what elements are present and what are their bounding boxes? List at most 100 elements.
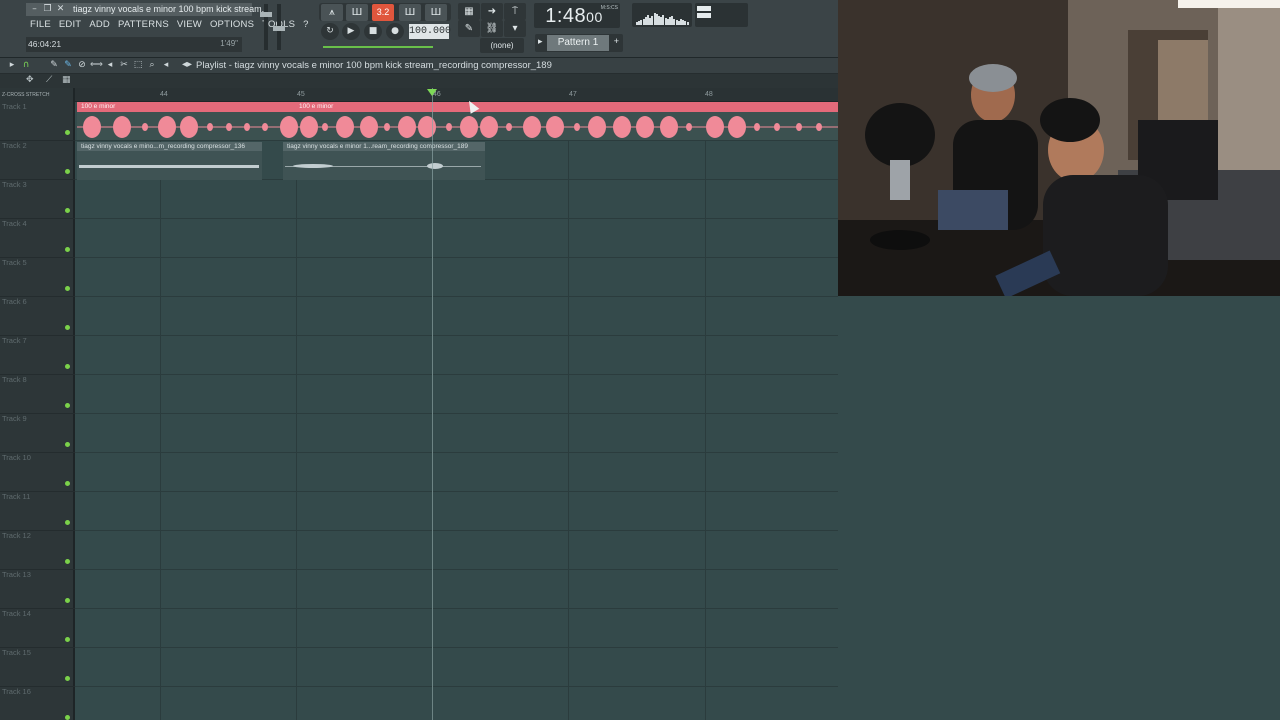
pattern-song-toggle-icon[interactable]: ↻ xyxy=(321,23,339,40)
playlist-arrow-icon[interactable]: ◂▸ xyxy=(182,59,192,70)
menu-patterns[interactable]: PATTERNS xyxy=(114,18,173,32)
edit-icon[interactable]: ⟋ xyxy=(46,75,52,85)
track-mute-led-icon[interactable] xyxy=(65,715,70,720)
time-display[interactable]: 1:4800 M:S:CS xyxy=(534,3,620,28)
track-mute-led-icon[interactable] xyxy=(65,364,70,369)
menu-file[interactable]: FILE xyxy=(26,18,55,32)
track-row[interactable]: Track 13 xyxy=(0,570,75,609)
grid-bar-line xyxy=(705,102,706,720)
track-row[interactable]: Track 6 xyxy=(0,297,75,336)
playhead-marker-icon[interactable] xyxy=(427,89,437,96)
magnet-icon[interactable]: ∩ xyxy=(20,59,32,72)
minimize-icon[interactable]: – xyxy=(29,4,40,15)
waveform xyxy=(285,163,481,169)
track-mute-led-icon[interactable] xyxy=(65,130,70,135)
grid-icon[interactable]: ▦ xyxy=(62,75,71,85)
grid-bar-line xyxy=(296,102,297,720)
clip-label: tiagz vinny vocals e minor 1...ream_reco… xyxy=(287,143,469,150)
menu-arrow-icon[interactable]: ▸ xyxy=(6,59,18,72)
metronome-icon[interactable]: ⩚ xyxy=(321,4,343,21)
track-label: Track 16 xyxy=(2,687,31,696)
menu-options[interactable]: OPTIONS xyxy=(206,18,258,32)
record-icon[interactable]: ● xyxy=(386,23,404,40)
track-mute-led-icon[interactable] xyxy=(65,169,70,174)
menu-edit[interactable]: EDIT xyxy=(55,18,85,32)
webcam-image xyxy=(838,0,1280,296)
paint-icon[interactable]: ✎ xyxy=(62,59,74,72)
track-mute-led-icon[interactable] xyxy=(65,208,70,213)
track-mute-led-icon[interactable] xyxy=(65,598,70,603)
pencil-icon[interactable]: ✎ xyxy=(48,59,60,72)
close-icon[interactable]: ✕ xyxy=(55,4,66,15)
track-mute-led-icon[interactable] xyxy=(65,442,70,447)
track-row[interactable]: Track 3 xyxy=(0,180,75,219)
audio-clip-189[interactable]: tiagz vinny vocals e minor 1...ream_reco… xyxy=(283,142,485,180)
playhead[interactable] xyxy=(432,88,433,720)
mixer-icon[interactable]: ⍑ xyxy=(504,3,526,20)
track-row[interactable]: Track 14 xyxy=(0,609,75,648)
draw-icon[interactable]: ✎ xyxy=(458,20,480,37)
track-mute-led-icon[interactable] xyxy=(65,403,70,408)
track-mute-led-icon[interactable] xyxy=(65,481,70,486)
track-row[interactable]: Track 9 xyxy=(0,414,75,453)
track-row[interactable]: Track 15 xyxy=(0,648,75,687)
track-list: Track 1 Track 2 Track 3 Track 4 Track 5 Track… xyxy=(0,88,75,720)
track-row[interactable]: Track 4 xyxy=(0,219,75,258)
grid-bar-line xyxy=(160,102,161,720)
step-edit-icon[interactable]: Ш xyxy=(399,4,421,21)
track-row[interactable]: Track 5 xyxy=(0,258,75,297)
mute-icon[interactable]: ⟺ xyxy=(90,59,103,72)
countdown-button[interactable]: 3.2 xyxy=(372,4,394,21)
tempo-display[interactable]: 100.000 xyxy=(409,24,451,39)
menu-help[interactable]: ? xyxy=(299,18,312,32)
audio-clip-main[interactable]: 100 e minor 100 e minor xyxy=(77,102,838,140)
track-row[interactable]: Track 10 xyxy=(0,453,75,492)
drag-icon[interactable]: ✥ xyxy=(26,75,34,85)
zoom-labels: Z-CROSS STRETCH xyxy=(2,92,50,98)
stop-icon[interactable]: ■ xyxy=(364,23,382,40)
playlist-grid-extension[interactable] xyxy=(838,296,1280,720)
link-icon[interactable]: ⛓ xyxy=(481,20,503,37)
track-row[interactable]: Track 2 xyxy=(0,141,75,180)
pattern-add-icon[interactable]: + xyxy=(614,36,619,46)
track-row[interactable]: Track 8 xyxy=(0,375,75,414)
menu-add[interactable]: ADD xyxy=(85,18,114,32)
select-icon[interactable]: ⬚ xyxy=(132,59,144,72)
track-row[interactable]: Track 1 xyxy=(0,102,75,141)
track-row[interactable]: Track 7 xyxy=(0,336,75,375)
time-main: 1:48 xyxy=(545,5,587,27)
audio-clip-136[interactable]: tiagz vinny vocals e mino...m_recording … xyxy=(77,142,262,180)
pattern-prev-icon[interactable]: ▸ xyxy=(538,36,543,47)
slip-icon[interactable]: ◂ xyxy=(104,59,116,72)
wait-record-icon[interactable]: Ш xyxy=(346,4,368,21)
playback-icon[interactable]: ◂ xyxy=(160,59,172,72)
track-label: Track 4 xyxy=(2,219,27,228)
timeline-ruler[interactable]: 44 45 46 47 48 xyxy=(75,88,838,102)
track-row[interactable]: Track 12 xyxy=(0,531,75,570)
menu-view[interactable]: VIEW xyxy=(173,18,206,32)
track-mute-led-icon[interactable] xyxy=(65,247,70,252)
memory-monitor xyxy=(695,3,748,27)
track-row[interactable]: Track 16 xyxy=(0,687,75,720)
track-mute-led-icon[interactable] xyxy=(65,637,70,642)
track-mute-led-icon[interactable] xyxy=(65,286,70,291)
master-volume-slider[interactable] xyxy=(260,4,272,50)
track-label: Track 6 xyxy=(2,297,27,306)
play-icon[interactable]: ▶ xyxy=(342,23,360,40)
track-mute-led-icon[interactable] xyxy=(65,520,70,525)
loop-record-icon[interactable]: Ш xyxy=(425,4,447,21)
piano-roll-icon[interactable]: ▦ xyxy=(458,3,480,20)
snap-select[interactable]: (none) xyxy=(480,38,524,53)
next-icon[interactable]: ➜ xyxy=(481,3,503,20)
track-mute-led-icon[interactable] xyxy=(65,676,70,681)
restore-icon[interactable]: ❐ xyxy=(42,4,53,15)
track-row[interactable]: Track 11 xyxy=(0,492,75,531)
slice-icon[interactable]: ✂ xyxy=(118,59,130,72)
browser-icon[interactable]: ▾ xyxy=(504,20,526,37)
pattern-selector[interactable]: ▸ Pattern 1 + xyxy=(535,34,623,52)
zoom-icon[interactable]: ⌕ xyxy=(146,59,158,72)
track-mute-led-icon[interactable] xyxy=(65,559,70,564)
delete-icon[interactable]: ⊘ xyxy=(76,59,88,72)
master-pitch-slider[interactable] xyxy=(273,4,285,50)
track-mute-led-icon[interactable] xyxy=(65,325,70,330)
